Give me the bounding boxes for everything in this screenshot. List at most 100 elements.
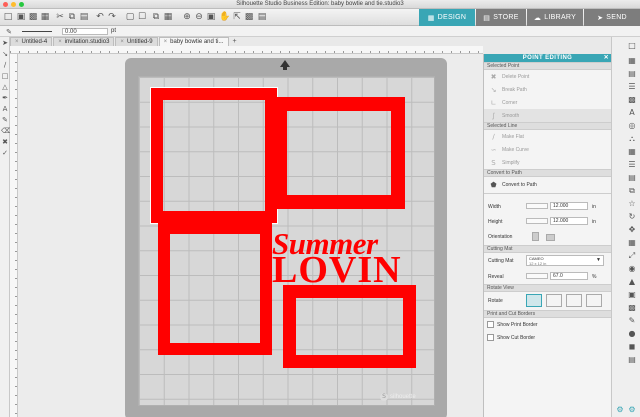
pencil-tool-icon[interactable]: ✎ <box>1 116 9 125</box>
select-all-icon[interactable]: ▢ <box>125 11 135 23</box>
close-tab-icon[interactable]: × <box>120 39 124 45</box>
undo-icon[interactable]: ↶ <box>95 11 105 23</box>
star-icon[interactable]: ☆ <box>626 198 638 209</box>
tab-library[interactable]: ☁ LIBRARY <box>527 9 583 26</box>
rotate-90-icon[interactable] <box>546 294 562 307</box>
paste-icon[interactable]: ▤ <box>79 11 89 23</box>
doc-tab[interactable]: × Untitled-9 <box>115 37 158 46</box>
rotate-0-icon[interactable] <box>526 294 542 307</box>
copy-icon[interactable]: ⧉ <box>67 11 77 23</box>
cutting-mat-select[interactable]: CAMEO 12 x 12 in ▼ <box>526 255 604 266</box>
convert-to-path-button[interactable]: ⬟ Convert to Path <box>484 177 611 193</box>
trace-icon[interactable]: ⛬ <box>626 133 638 144</box>
transform-icon[interactable]: ⧉ <box>626 185 638 196</box>
tab-design[interactable]: ▦ DESIGN <box>419 9 475 26</box>
print-icon[interactable]: ▦ <box>40 11 50 23</box>
zoom-selection-icon[interactable]: ▣ <box>206 11 216 23</box>
design-text-lovin[interactable]: LOVIN <box>272 251 402 289</box>
make-flat-button[interactable]: ∕ Make Flat <box>484 130 611 143</box>
fill-gradient-icon[interactable]: ▩ <box>626 94 638 105</box>
doc-tab-active[interactable]: × baby bowtie and ti... <box>158 37 229 46</box>
width-input[interactable]: 12.000 <box>550 202 588 210</box>
close-panel-icon[interactable]: ✕ <box>604 54 609 62</box>
close-tab-icon[interactable]: × <box>164 39 168 45</box>
width-slider[interactable] <box>526 203 548 209</box>
rectangle-tool-icon[interactable]: □ <box>1 72 9 81</box>
fit-to-page-icon[interactable]: ⇱ <box>232 11 242 23</box>
rotate-panel-icon[interactable]: ↻ <box>626 211 638 222</box>
show-print-border-row[interactable]: Show Print Border <box>484 318 611 331</box>
fill-color-icon[interactable]: ▦ <box>626 55 638 66</box>
pen-tool-icon[interactable]: ✒ <box>1 94 9 103</box>
cut-icon[interactable]: ✂ <box>55 11 65 23</box>
library-panel-icon[interactable]: ▤ <box>626 354 638 365</box>
deselect-icon[interactable]: ☐ <box>137 11 147 23</box>
line-style-selector[interactable] <box>22 31 52 32</box>
point-edit-icon[interactable]: ↘ <box>1 50 9 59</box>
knife-tool-icon[interactable]: ✖ <box>1 138 9 147</box>
smooth-button[interactable]: ∫ Smooth <box>484 109 611 122</box>
checkbox[interactable] <box>487 321 494 328</box>
text-tool-icon[interactable]: A <box>1 105 9 114</box>
corner-button[interactable]: ∟ Corner <box>484 96 611 109</box>
offset-icon[interactable]: ◎ <box>626 120 638 131</box>
portrait-orientation-icon[interactable] <box>532 232 539 241</box>
delete-point-button[interactable]: ✖ Delete Point <box>484 70 611 83</box>
checkbox[interactable] <box>487 334 494 341</box>
doc-tab[interactable]: × Untitled-4 <box>10 37 53 46</box>
line-color-panel-icon[interactable]: ▤ <box>626 68 638 79</box>
reveal-input[interactable]: 67.0 <box>550 272 588 280</box>
eraser-tool-icon[interactable]: ⌫ <box>1 127 11 136</box>
make-curve-button[interactable]: ∽ Make Curve <box>484 143 611 156</box>
modify-icon[interactable]: ▲ <box>626 276 638 287</box>
zoom-in-icon[interactable]: ⊕ <box>182 11 192 23</box>
show-print-border-checkbox[interactable]: Show Print Border <box>487 321 538 328</box>
image-effects-icon[interactable]: ◼ <box>626 341 638 352</box>
redo-icon[interactable]: ↷ <box>107 11 117 23</box>
replicate-icon[interactable]: ▦ <box>626 146 638 157</box>
new-document-icon[interactable]: □ <box>3 11 13 23</box>
close-tab-icon[interactable]: × <box>15 39 19 45</box>
page-setup-icon[interactable]: □ <box>626 40 638 51</box>
help-icon[interactable]: ⚙ <box>614 404 626 415</box>
line-width-input[interactable]: 0.00 <box>62 28 108 35</box>
nesting-icon[interactable]: ▩ <box>626 302 638 313</box>
line-color-icon[interactable]: ✎ <box>3 26 15 37</box>
show-cut-border-checkbox[interactable]: Show Cut Border <box>487 334 535 341</box>
zoom-extents-icon[interactable]: ▩ <box>244 11 254 23</box>
knife-panel-icon[interactable]: ▣ <box>626 289 638 300</box>
text-style-icon[interactable]: A <box>626 107 638 118</box>
line-tool-icon[interactable]: ∕ <box>1 61 9 70</box>
view-toggle-icon[interactable]: ▤ <box>257 11 267 23</box>
rhinestone-icon[interactable]: ● <box>626 328 638 339</box>
rotate-270-icon[interactable] <box>586 294 602 307</box>
photo-frame-top-left[interactable] <box>150 87 278 224</box>
align-icon[interactable]: ☰ <box>626 159 638 170</box>
scale-icon[interactable]: ⤢ <box>626 250 638 261</box>
grid-icon[interactable]: ▦ <box>626 237 638 248</box>
save-icon[interactable]: ▩ <box>28 11 38 23</box>
height-slider[interactable] <box>526 218 548 224</box>
tab-send[interactable]: ➤ SEND <box>584 9 640 26</box>
simplify-button[interactable]: S Simplify <box>484 156 611 169</box>
select-arrow-icon[interactable]: ➤ <box>1 39 9 48</box>
rotate-180-icon[interactable] <box>566 294 582 307</box>
edit-points-icon[interactable]: ⧉ <box>151 11 161 23</box>
pan-hand-icon[interactable]: ✋ <box>219 11 230 23</box>
settings-gear-icon[interactable]: ⚙ <box>626 404 638 415</box>
new-tab-button[interactable]: + <box>230 37 240 46</box>
layers-icon[interactable]: ▤ <box>626 172 638 183</box>
landscape-orientation-icon[interactable] <box>546 234 555 241</box>
zoom-out-icon[interactable]: ⊖ <box>194 11 204 23</box>
open-folder-icon[interactable]: ▣ <box>16 11 26 23</box>
show-cut-border-row[interactable]: Show Cut Border <box>484 331 611 344</box>
tab-store[interactable]: ▤ STORE <box>476 9 526 26</box>
line-style-icon[interactable]: ☰ <box>626 81 638 92</box>
photo-frame-bottom-left[interactable] <box>158 222 272 355</box>
eyedropper-tool-icon[interactable]: ✓ <box>1 149 9 158</box>
close-tab-icon[interactable]: × <box>58 39 62 45</box>
break-path-button[interactable]: ↘ Break Path <box>484 83 611 96</box>
photo-frame-bottom-right[interactable] <box>283 285 416 368</box>
move-icon[interactable]: ✥ <box>626 224 638 235</box>
height-input[interactable]: 12.000 <box>550 217 588 225</box>
